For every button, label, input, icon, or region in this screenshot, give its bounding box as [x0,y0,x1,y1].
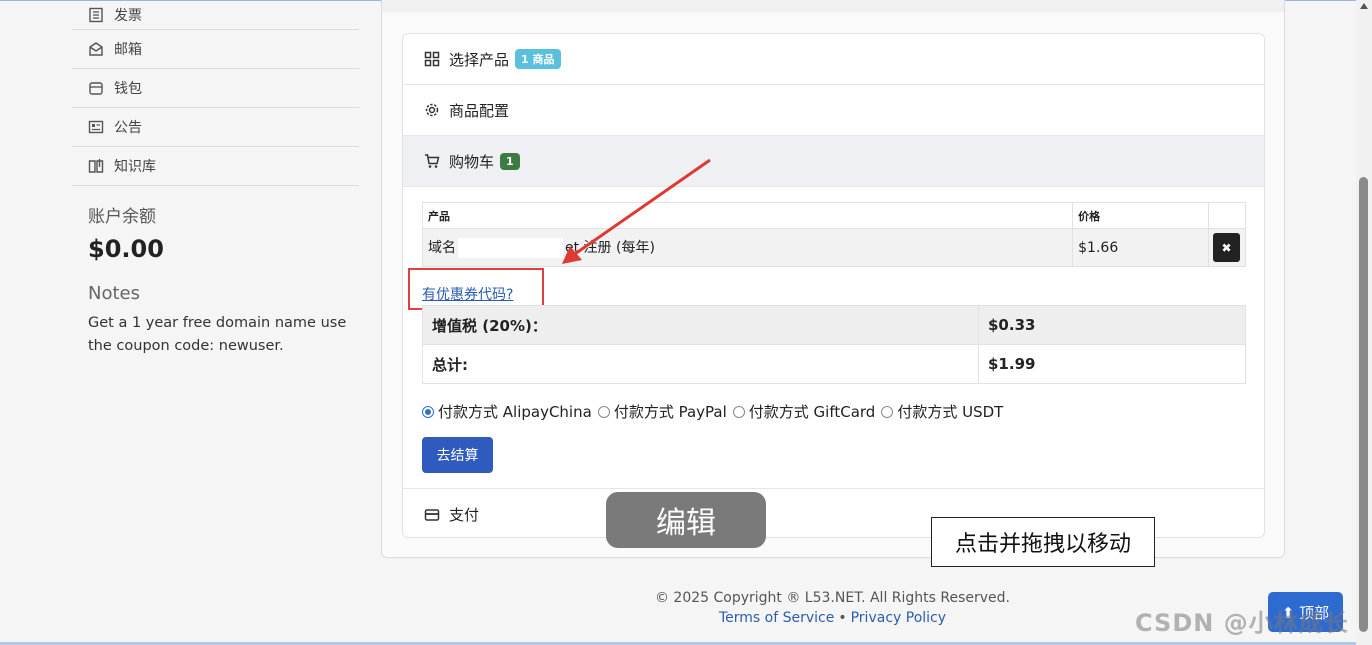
sidebar-item-mail[interactable]: 邮箱 [72,30,359,69]
cart-count-badge: 1 [500,152,520,170]
terms-link[interactable]: Terms of Service [719,610,834,626]
notes-title: Notes [88,283,140,304]
book-icon [88,159,104,173]
announcement-icon [88,120,104,134]
payment-label: 付款方式 GiftCard [748,403,876,421]
checkout-accordion: 选择产品 1 商品 商品配置 购物车 1 产品 价格 域名 et 注册 (每年) … [402,33,1265,538]
mail-icon [89,42,103,56]
radio[interactable] [881,405,894,418]
gear-icon [425,103,439,117]
total-label: 总计: [422,344,979,384]
grid-icon [424,51,440,67]
tax-label: 增值税 (20%)： [422,305,979,345]
table-header-row: 产品 价格 [421,202,1247,229]
payment-option-giftcard[interactable]: 付款方式 GiftCard [732,401,876,422]
table-row: 增值税 (20%)： $0.33 [422,305,1246,345]
section-label: 商品配置 [449,101,510,120]
radio-selected[interactable] [422,405,434,418]
remove-item-button[interactable]: ✖ [1212,233,1240,262]
radio[interactable] [732,405,745,418]
invoice-icon [89,7,103,22]
sidebar-item-label: 公告 [114,120,142,136]
table-row: 总计: $1.99 [422,344,1246,384]
watermark: CSDN @小林成长记 [1135,609,1349,645]
cart-table: 产品 价格 域名 et 注册 (每年) $1.66 ✖ [421,202,1247,267]
payment-label: 付款方式 USDT [897,403,1004,421]
column-header-actions [1207,202,1247,229]
redacted-domain [458,238,563,258]
section-label: 选择产品 [449,50,510,69]
tax-value: $0.33 [978,305,1246,345]
payment-option-alipay[interactable]: 付款方式 AlipayChina [422,401,592,422]
product-prefix: 域名 [428,240,456,256]
sidebar-item-announcements[interactable]: 公告 [72,108,359,147]
payment-option-usdt[interactable]: 付款方式 USDT [881,401,1003,422]
balance-title: 账户余额 [88,207,156,227]
annotation-arrow [562,158,711,264]
column-header-product: 产品 [421,202,1074,229]
section-label: 购物车 [449,152,495,171]
sidebar-item-wallet[interactable]: 钱包 [72,69,359,108]
drag-tooltip[interactable]: 点击并拖拽以移动 [931,517,1155,567]
balance-value: $0.00 [88,235,164,263]
payment-label: 付款方式 AlipayChina [438,403,592,421]
sidebar-item-label: 钱包 [114,81,142,97]
product-cell: 域名 et 注册 (每年) [421,228,1074,267]
cart-body: 产品 价格 域名 et 注册 (每年) $1.66 ✖ 有优惠券代码? 增值税 (… [403,187,1264,489]
coupon-code-link[interactable]: 有优惠券代码? [422,284,513,304]
scroll-up-arrow-icon[interactable] [1360,3,1368,9]
section-select-product[interactable]: 选择产品 1 商品 [403,34,1264,85]
section-cart[interactable]: 购物车 1 [403,136,1264,187]
vertical-scrollbar[interactable] [1356,0,1372,645]
sidebar-item-invoices[interactable]: 发票 [72,0,359,30]
payment-methods: 付款方式 AlipayChina 付款方式 PayPal 付款方式 GiftCa… [422,401,1009,422]
section-label: 支付 [449,506,480,524]
checkout-button[interactable]: 去结算 [422,437,493,473]
sidebar: 发票 邮箱 钱包 公告 知识库 账户余额 $0.00 Notes Get a 1… [72,0,359,358]
actions-cell: ✖ [1207,228,1247,267]
price-cell: $1.66 [1072,228,1209,267]
column-header-price: 价格 [1072,202,1209,229]
table-row: 域名 et 注册 (每年) $1.66 ✖ [421,228,1247,267]
cart-icon [425,154,440,168]
sidebar-item-label: 发票 [114,7,142,24]
notes-text: Get a 1 year free domain name use the co… [88,315,347,354]
edit-button[interactable]: 编辑 [606,492,766,548]
section-config[interactable]: 商品配置 [403,85,1264,136]
wallet-icon [89,82,103,95]
scrollbar-thumb[interactable] [1359,177,1368,632]
total-value: $1.99 [978,344,1246,384]
radio[interactable] [597,405,610,418]
payment-option-paypal[interactable]: 付款方式 PayPal [597,401,727,422]
sidebar-item-label: 邮箱 [114,42,142,58]
separator-dot: • [838,610,847,626]
payment-label: 付款方式 PayPal [613,403,727,421]
credit-card-icon [424,508,440,521]
privacy-link[interactable]: Privacy Policy [851,610,946,626]
totals-table: 增值税 (20%)： $0.33 总计: $1.99 [422,305,1246,384]
product-count-badge: 1 商品 [515,49,561,69]
sidebar-item-knowledgebase[interactable]: 知识库 [72,147,359,186]
sidebar-item-label: 知识库 [114,159,156,175]
